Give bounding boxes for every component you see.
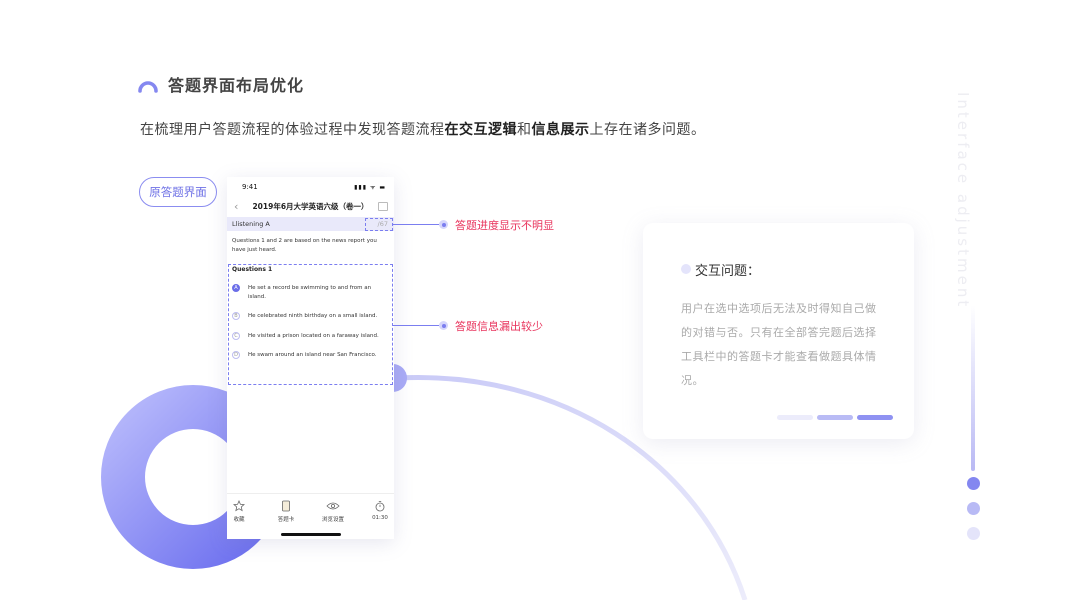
interaction-issue-card: 交互问题： 用户在选中选项后无法及时得知自己做的对错与否。只有在全部答完题后选择… xyxy=(643,223,914,439)
toolbar-view-settings[interactable]: 浏览设置 xyxy=(313,500,353,523)
callout-line-info xyxy=(393,325,439,326)
question-instruction: Questions 1 and 2 are based on the news … xyxy=(232,238,377,253)
card-indicator-segment xyxy=(777,415,813,420)
option-letter: A xyxy=(232,284,240,292)
intro-text: 在梳理用户答题流程的体验过程中发现答题流程在交互逻辑和信息展示上存在诸多问题。 xyxy=(140,122,706,138)
card-title: 交互问题： xyxy=(695,264,761,279)
status-bar: 9:41 ▮▮▮ ᯤ ▬ xyxy=(227,177,394,197)
callout-dot-info xyxy=(439,321,448,330)
page-title: 答题界面布局优化 xyxy=(168,76,305,95)
exam-title: 2019年6月大学英语六级（卷一） xyxy=(252,202,369,211)
signal-wifi-battery-icon: ▮▮▮ ᯤ ▬ xyxy=(354,184,386,191)
bottom-toolbar: 收藏 答题卡 浏览设置 01:30 xyxy=(227,493,394,530)
home-indicator xyxy=(281,533,341,536)
share-icon[interactable] xyxy=(378,202,388,211)
option-text: He swam around an island near San Franci… xyxy=(248,352,377,358)
callout-info-issue: 答题信息漏出较少 xyxy=(455,320,543,333)
page-dot[interactable] xyxy=(967,502,980,515)
answer-card-icon xyxy=(282,500,290,512)
callout-dot-progress xyxy=(439,220,448,229)
nav-bar: ‹ 2019年6月大学英语六级（卷一） xyxy=(227,199,394,215)
page-dot-active[interactable] xyxy=(967,477,980,490)
toolbar-answer-card[interactable]: 答题卡 xyxy=(266,500,306,523)
toolbar-label: 收藏 xyxy=(233,517,245,523)
star-icon xyxy=(233,500,245,512)
callout-progress-issue: 答题进度显示不明显 xyxy=(455,219,554,232)
option-letter: B xyxy=(232,312,240,320)
title-arc-icon xyxy=(138,81,158,93)
toolbar-label: 01:30 xyxy=(372,515,388,521)
toolbar-timer[interactable]: 01:30 xyxy=(360,500,394,521)
toolbar-favorite[interactable]: 收藏 xyxy=(227,500,259,523)
callout-line-progress xyxy=(393,224,439,225)
section-label: Llistening A xyxy=(232,220,270,228)
option-letter: C xyxy=(232,332,240,340)
card-indicator-segment xyxy=(857,415,893,420)
page-dot[interactable] xyxy=(967,527,980,540)
eye-icon xyxy=(326,502,340,510)
original-interface-tag: 原答题界面 xyxy=(139,177,217,207)
option-text: He visited a prison located on a faraway… xyxy=(248,333,379,339)
side-vertical-line xyxy=(971,305,975,471)
card-title-dot xyxy=(681,264,691,274)
card-body: 用户在选中选项后无法及时得知自己做的对错与否。只有在全部答完题后选择工具栏中的答… xyxy=(681,302,877,387)
phone-mockup: 9:41 ▮▮▮ ᯤ ▬ ‹ 2019年6月大学英语六级（卷一） Llisten… xyxy=(227,177,394,539)
status-time: 9:41 xyxy=(242,183,258,191)
option-text: He set a record be swimming to and from … xyxy=(248,285,372,300)
card-indicator-segment xyxy=(817,415,853,420)
progress-highlight-box xyxy=(365,218,393,231)
toolbar-label: 答题卡 xyxy=(277,517,295,523)
side-vertical-text: Interface adjustment xyxy=(954,92,972,310)
toolbar-label: 浏览设置 xyxy=(321,517,344,523)
question-title: Questions 1 xyxy=(232,266,273,273)
question-highlight-box xyxy=(228,264,393,385)
timer-icon xyxy=(375,501,385,512)
option-text: He celebrated ninth birthday on a small … xyxy=(248,313,378,319)
option-letter: D xyxy=(232,351,240,359)
